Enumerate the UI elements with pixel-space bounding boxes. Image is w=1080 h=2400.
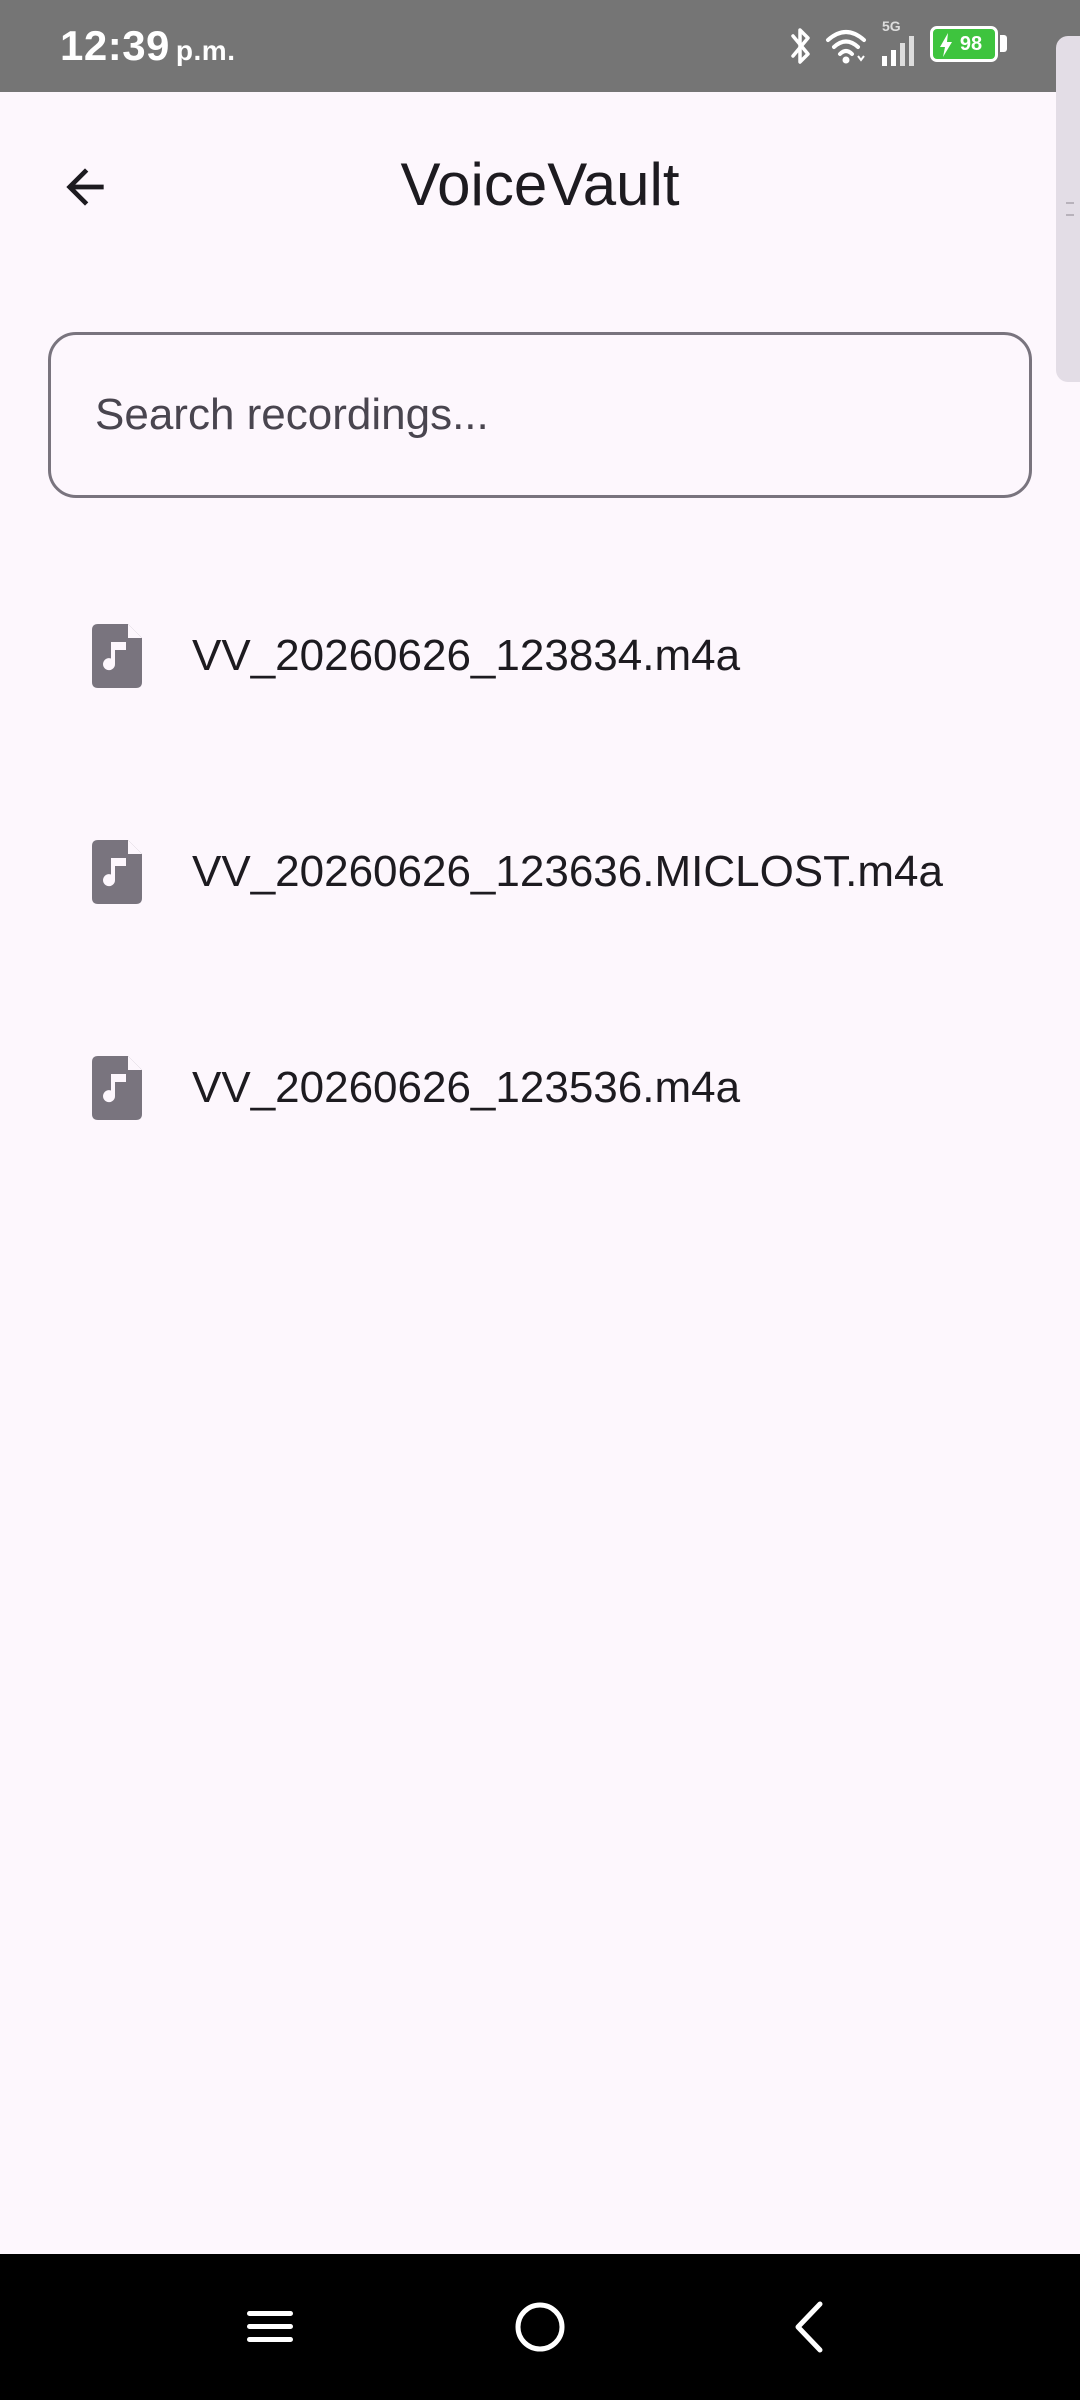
chevron-left-icon bbox=[795, 2301, 823, 2353]
app-bar: VoiceVault bbox=[0, 92, 1080, 282]
audio-file-icon bbox=[92, 840, 142, 904]
search-input[interactable] bbox=[95, 335, 985, 495]
clock-ampm: p.m. bbox=[175, 35, 236, 66]
status-bar: 12:39 p.m. 5G 98 bbox=[0, 0, 1080, 92]
page-title: VoiceVault bbox=[400, 151, 680, 218]
system-back-button[interactable] bbox=[765, 2282, 855, 2372]
audio-file-icon bbox=[92, 1056, 142, 1120]
recording-name: VV_20260626_123636.MICLOST.m4a bbox=[192, 847, 943, 896]
status-time: 12:39 p.m. bbox=[60, 22, 235, 70]
signal-icon bbox=[882, 36, 914, 66]
recording-name: VV_20260626_123834.m4a bbox=[192, 631, 741, 680]
home-button[interactable] bbox=[495, 2282, 585, 2372]
list-item[interactable]: VV_20260626_123834.m4a bbox=[0, 540, 1080, 756]
audio-file-icon bbox=[92, 624, 142, 688]
screen: 12:39 p.m. 5G 98 VoiceVault Search recor… bbox=[0, 0, 1080, 2400]
battery-level: 98 bbox=[959, 32, 983, 55]
search-field[interactable] bbox=[48, 332, 1032, 498]
system-nav-bar bbox=[0, 2254, 1080, 2400]
network-type-label: 5G bbox=[882, 18, 901, 34]
home-circle-icon bbox=[515, 2302, 565, 2352]
recents-button[interactable] bbox=[225, 2282, 315, 2372]
bluetooth-icon bbox=[791, 28, 810, 64]
status-icons: 5G 98 bbox=[780, 0, 1080, 92]
battery-icon: 98 bbox=[930, 26, 998, 62]
recording-name: VV_20260626_123536.m4a bbox=[192, 1063, 741, 1112]
recordings-list: VV_20260626_123834.m4a VV_20260626_12363… bbox=[0, 540, 1080, 1188]
list-item[interactable]: VV_20260626_123636.MICLOST.m4a bbox=[0, 756, 1080, 972]
list-item[interactable]: VV_20260626_123536.m4a bbox=[0, 972, 1080, 1188]
battery-cap bbox=[1000, 35, 1007, 52]
wifi-icon bbox=[826, 30, 866, 64]
menu-icon bbox=[247, 2311, 293, 2342]
clock-time: 12:39 bbox=[60, 22, 170, 69]
